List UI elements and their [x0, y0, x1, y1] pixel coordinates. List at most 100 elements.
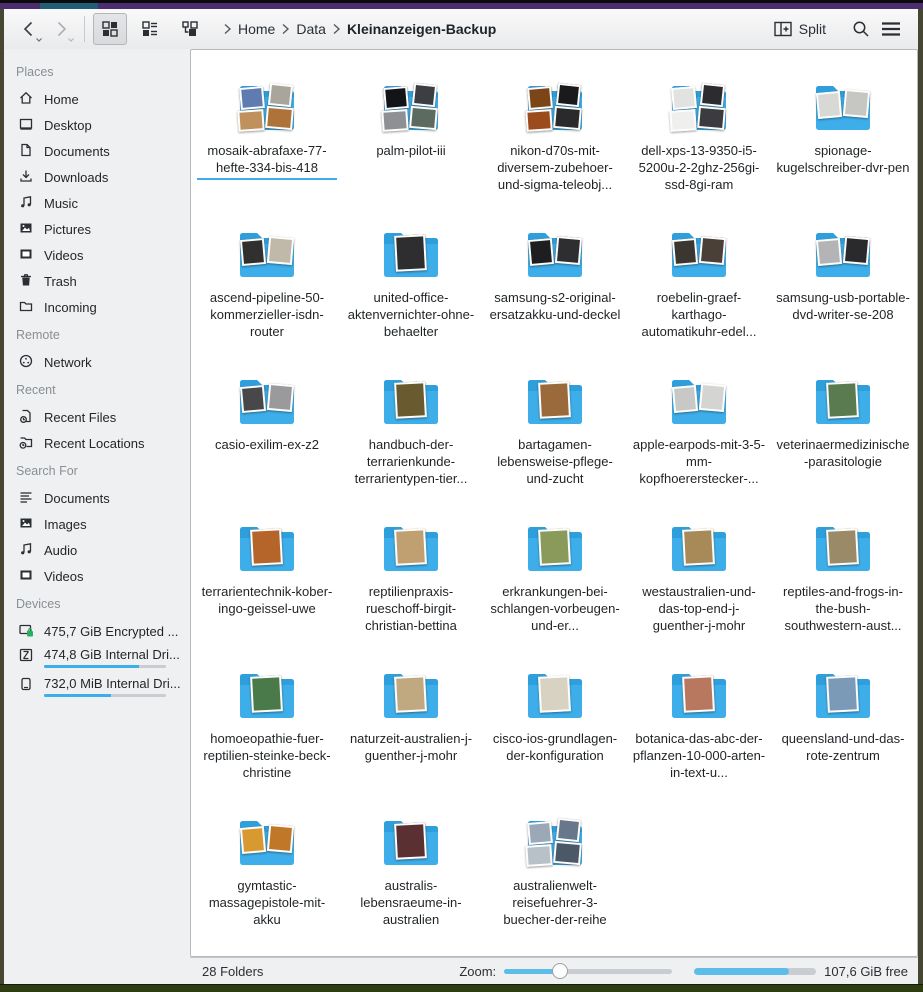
icons-view-button[interactable] [93, 13, 127, 45]
folder-thumbnail [379, 515, 443, 579]
zoom-slider-handle[interactable] [552, 963, 568, 979]
folder-name: nikon-d70s-mit-diversem-zubehoer-und-sig… [488, 142, 622, 193]
folder-item[interactable]: roebelin-graef-karthago-automatikuhr-ede… [627, 211, 771, 358]
sidebar-item-label: Recent Files [44, 410, 116, 425]
sidebar-item-pictures[interactable]: Pictures [14, 216, 190, 242]
sidebar-section-header: Remote [14, 320, 190, 349]
folder-item[interactable]: dell-xps-13-9350-i5-5200u-2-2ghz-256gi-s… [627, 64, 771, 211]
breadcrumb-item[interactable]: Data [292, 21, 330, 37]
folder-item[interactable]: cisco-ios-grundlagen-der-konfiguration [483, 652, 627, 799]
folder-item[interactable]: queensland-und-das-rote-zentrum [771, 652, 915, 799]
folder-item[interactable]: gymtastic-massagepistole-mit-akku [195, 799, 339, 946]
sidebar-item-recent-files[interactable]: Recent Files [14, 404, 190, 430]
tree-view-button[interactable] [173, 13, 207, 45]
sidebar-item-videos[interactable]: Videos [14, 242, 190, 268]
forward-button[interactable] [46, 14, 76, 44]
sidebar-item-474-8-gib-internal-dri[interactable]: 474,8 GiB Internal Dri... [14, 644, 190, 673]
sidebar-item-music[interactable]: Music [14, 190, 190, 216]
folder-item[interactable]: casio-exilim-ex-z2 [195, 358, 339, 505]
sidebar-item-trash[interactable]: Trash [14, 268, 190, 294]
folder-item[interactable]: mosaik-abrafaxe-77-hefte-334-bis-418 [195, 64, 339, 211]
folder-item[interactable]: veterinaermedizinische-parasitologie [771, 358, 915, 505]
folder-name: apple-earpods-mit-3-5-mm-kopfhoerersteck… [632, 436, 766, 487]
sidebar-item-documents[interactable]: Documents [14, 485, 190, 511]
zoom-slider[interactable] [504, 963, 672, 979]
preview-photo [527, 821, 553, 845]
folder-item[interactable]: westaustralien-und-das-top-end-j-guenthe… [627, 505, 771, 652]
sidebar-item-incoming[interactable]: Incoming [14, 294, 190, 320]
preview-photo [265, 106, 294, 130]
sidebar-item-downloads[interactable]: Downloads [14, 164, 190, 190]
window-border-bottom [0, 984, 923, 992]
folder-item[interactable]: ascend-pipeline-50-kommerzieller-isdn-ro… [195, 211, 339, 358]
details-view-button[interactable] [133, 13, 167, 45]
sidebar-item-documents[interactable]: Documents [14, 138, 190, 164]
hdd-plain-icon [18, 676, 34, 692]
folder-thumbnail [523, 809, 587, 873]
search-button[interactable] [846, 14, 876, 44]
folder-item[interactable]: samsung-usb-portable-dvd-writer-se-208 [771, 211, 915, 358]
folder-item[interactable]: nikon-d70s-mit-diversem-zubehoer-und-sig… [483, 64, 627, 211]
folder-item[interactable]: botanica-das-abc-der-pflanzen-10-000-art… [627, 652, 771, 799]
folder-thumbnail [811, 221, 875, 285]
sidebar-item-audio[interactable]: Audio [14, 537, 190, 563]
folder-thumbnail [235, 74, 299, 138]
titlebar-strip [0, 3, 923, 9]
sidebar-item-home[interactable]: Home [14, 86, 190, 112]
folder-item[interactable]: homoeopathie-fuer-reptilien-steinke-beck… [195, 652, 339, 799]
sidebar-item-recent-locations[interactable]: Recent Locations [14, 430, 190, 456]
folder-name: queensland-und-das-rote-zentrum [776, 730, 910, 764]
folder-item[interactable]: united-office-aktenvernichter-ohne-behae… [339, 211, 483, 358]
sidebar-item-475-7-gib-encrypted[interactable]: 475,7 GiB Encrypted ... [14, 618, 190, 644]
sidebar-item-videos[interactable]: Videos [14, 563, 190, 589]
folder-thumbnail [667, 515, 731, 579]
folder-item[interactable]: spionage-kugelschreiber-dvr-pen [771, 64, 915, 211]
folder-item[interactable]: bartagamen-lebensweise-pflege-und-zucht [483, 358, 627, 505]
sidebar-item-images[interactable]: Images [14, 511, 190, 537]
folder-item[interactable]: apple-earpods-mit-3-5-mm-kopfhoerersteck… [627, 358, 771, 505]
folder-name: australis-lebensraeume-in-australien [344, 877, 478, 928]
sidebar-item-network[interactable]: Network [14, 349, 190, 375]
sidebar-item-732-0-mib-internal-dri[interactable]: 732,0 MiB Internal Dri... [14, 673, 190, 702]
folder-item[interactable]: naturzeit-australien-j-guenther-j-mohr [339, 652, 483, 799]
search-icon [851, 19, 871, 39]
folder-item[interactable]: australienwelt-reisefuehrer-3-buecher-de… [483, 799, 627, 946]
folder-name: united-office-aktenvernichter-ohne-behae… [344, 289, 478, 340]
folder-item[interactable]: australis-lebensraeume-in-australien [339, 799, 483, 946]
desktop-icon [18, 116, 34, 132]
preview-photo [816, 91, 842, 119]
split-button[interactable]: Split [768, 17, 832, 41]
folder-name: mosaik-abrafaxe-77-hefte-334-bis-418 [200, 142, 334, 176]
current-item-indicator [197, 178, 337, 180]
folder-view[interactable]: mosaik-abrafaxe-77-hefte-334-bis-418 pal… [190, 49, 918, 957]
preview-photo [682, 675, 715, 713]
preview-photo [697, 106, 726, 130]
preview-photo [268, 83, 293, 107]
back-button[interactable] [14, 14, 44, 44]
folder-item[interactable]: erkrankungen-bei-schlangen-vorbeugen-und… [483, 505, 627, 652]
folder-name: handbuch-der-terrarienkunde-terrarientyp… [344, 436, 478, 487]
sidebar-section-header: Devices [14, 589, 190, 618]
breadcrumb-item[interactable]: Home [234, 21, 279, 37]
sidebar-item-label: Recent Locations [44, 436, 144, 451]
folder-item[interactable]: palm-pilot-iii [339, 64, 483, 211]
folder-thumbnail [523, 221, 587, 285]
sidebar-item-desktop[interactable]: Desktop [14, 112, 190, 138]
hdd-root-icon [18, 647, 34, 663]
status-bar: 28 Folders Zoom: 107,6 GiB free [190, 957, 918, 984]
folder-item[interactable]: samsung-s2-original-ersatzakku-und-decke… [483, 211, 627, 358]
trash-icon [18, 272, 34, 288]
folder-thumbnail [811, 662, 875, 726]
folder-thumbnail [379, 221, 443, 285]
preview-photo [267, 383, 294, 412]
preview-photo [672, 238, 698, 266]
menu-button[interactable] [876, 14, 906, 44]
folder-thumbnail [235, 515, 299, 579]
breadcrumb-item[interactable]: Kleinanzeigen-Backup [343, 21, 500, 37]
document-icon [18, 142, 34, 158]
folder-item[interactable]: terrarientechnik-kober-ingo-geissel-uwe [195, 505, 339, 652]
folder-item[interactable]: reptilienpraxis-rueschoff-birgit-christi… [339, 505, 483, 652]
preview-photo [700, 83, 725, 107]
folder-item[interactable]: handbuch-der-terrarienkunde-terrarientyp… [339, 358, 483, 505]
folder-item[interactable]: reptiles-and-frogs-in-the-bush-southwest… [771, 505, 915, 652]
